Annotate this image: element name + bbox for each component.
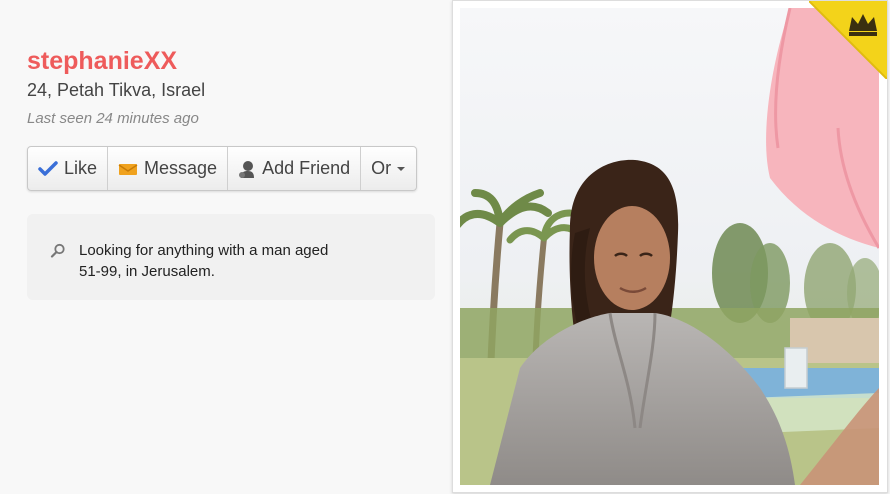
add-friend-button-label: Add Friend: [262, 158, 351, 178]
magnifier-icon: [50, 243, 66, 264]
profile-username: stephanieXX: [27, 47, 178, 75]
message-button[interactable]: Message: [108, 147, 229, 190]
profile-photo[interactable]: [460, 8, 879, 485]
profile-action-buttons: Like Message Add Friend Or: [27, 146, 418, 191]
checkmark-icon: [38, 160, 58, 177]
profile-photo-card[interactable]: [452, 0, 888, 493]
last-seen-status: Last seen 24 minutes ago: [27, 110, 199, 127]
more-options-dropdown[interactable]: Or: [361, 147, 416, 190]
looking-for-text: Looking for anything with a man aged 51-…: [79, 242, 329, 280]
more-options-label: Or: [371, 158, 392, 178]
like-button-label: Like: [64, 158, 98, 178]
premium-badge: [809, 1, 887, 79]
looking-for-box: Looking for anything with a man aged 51-…: [27, 214, 435, 300]
person-icon: [238, 159, 256, 179]
caret-down-icon: [396, 166, 406, 172]
add-friend-button[interactable]: Add Friend: [228, 147, 362, 190]
like-button[interactable]: Like: [28, 147, 109, 190]
message-button-label: Message: [144, 158, 218, 178]
profile-location: 24, Petah Tikva, Israel: [27, 80, 206, 100]
envelope-icon: [118, 161, 138, 177]
